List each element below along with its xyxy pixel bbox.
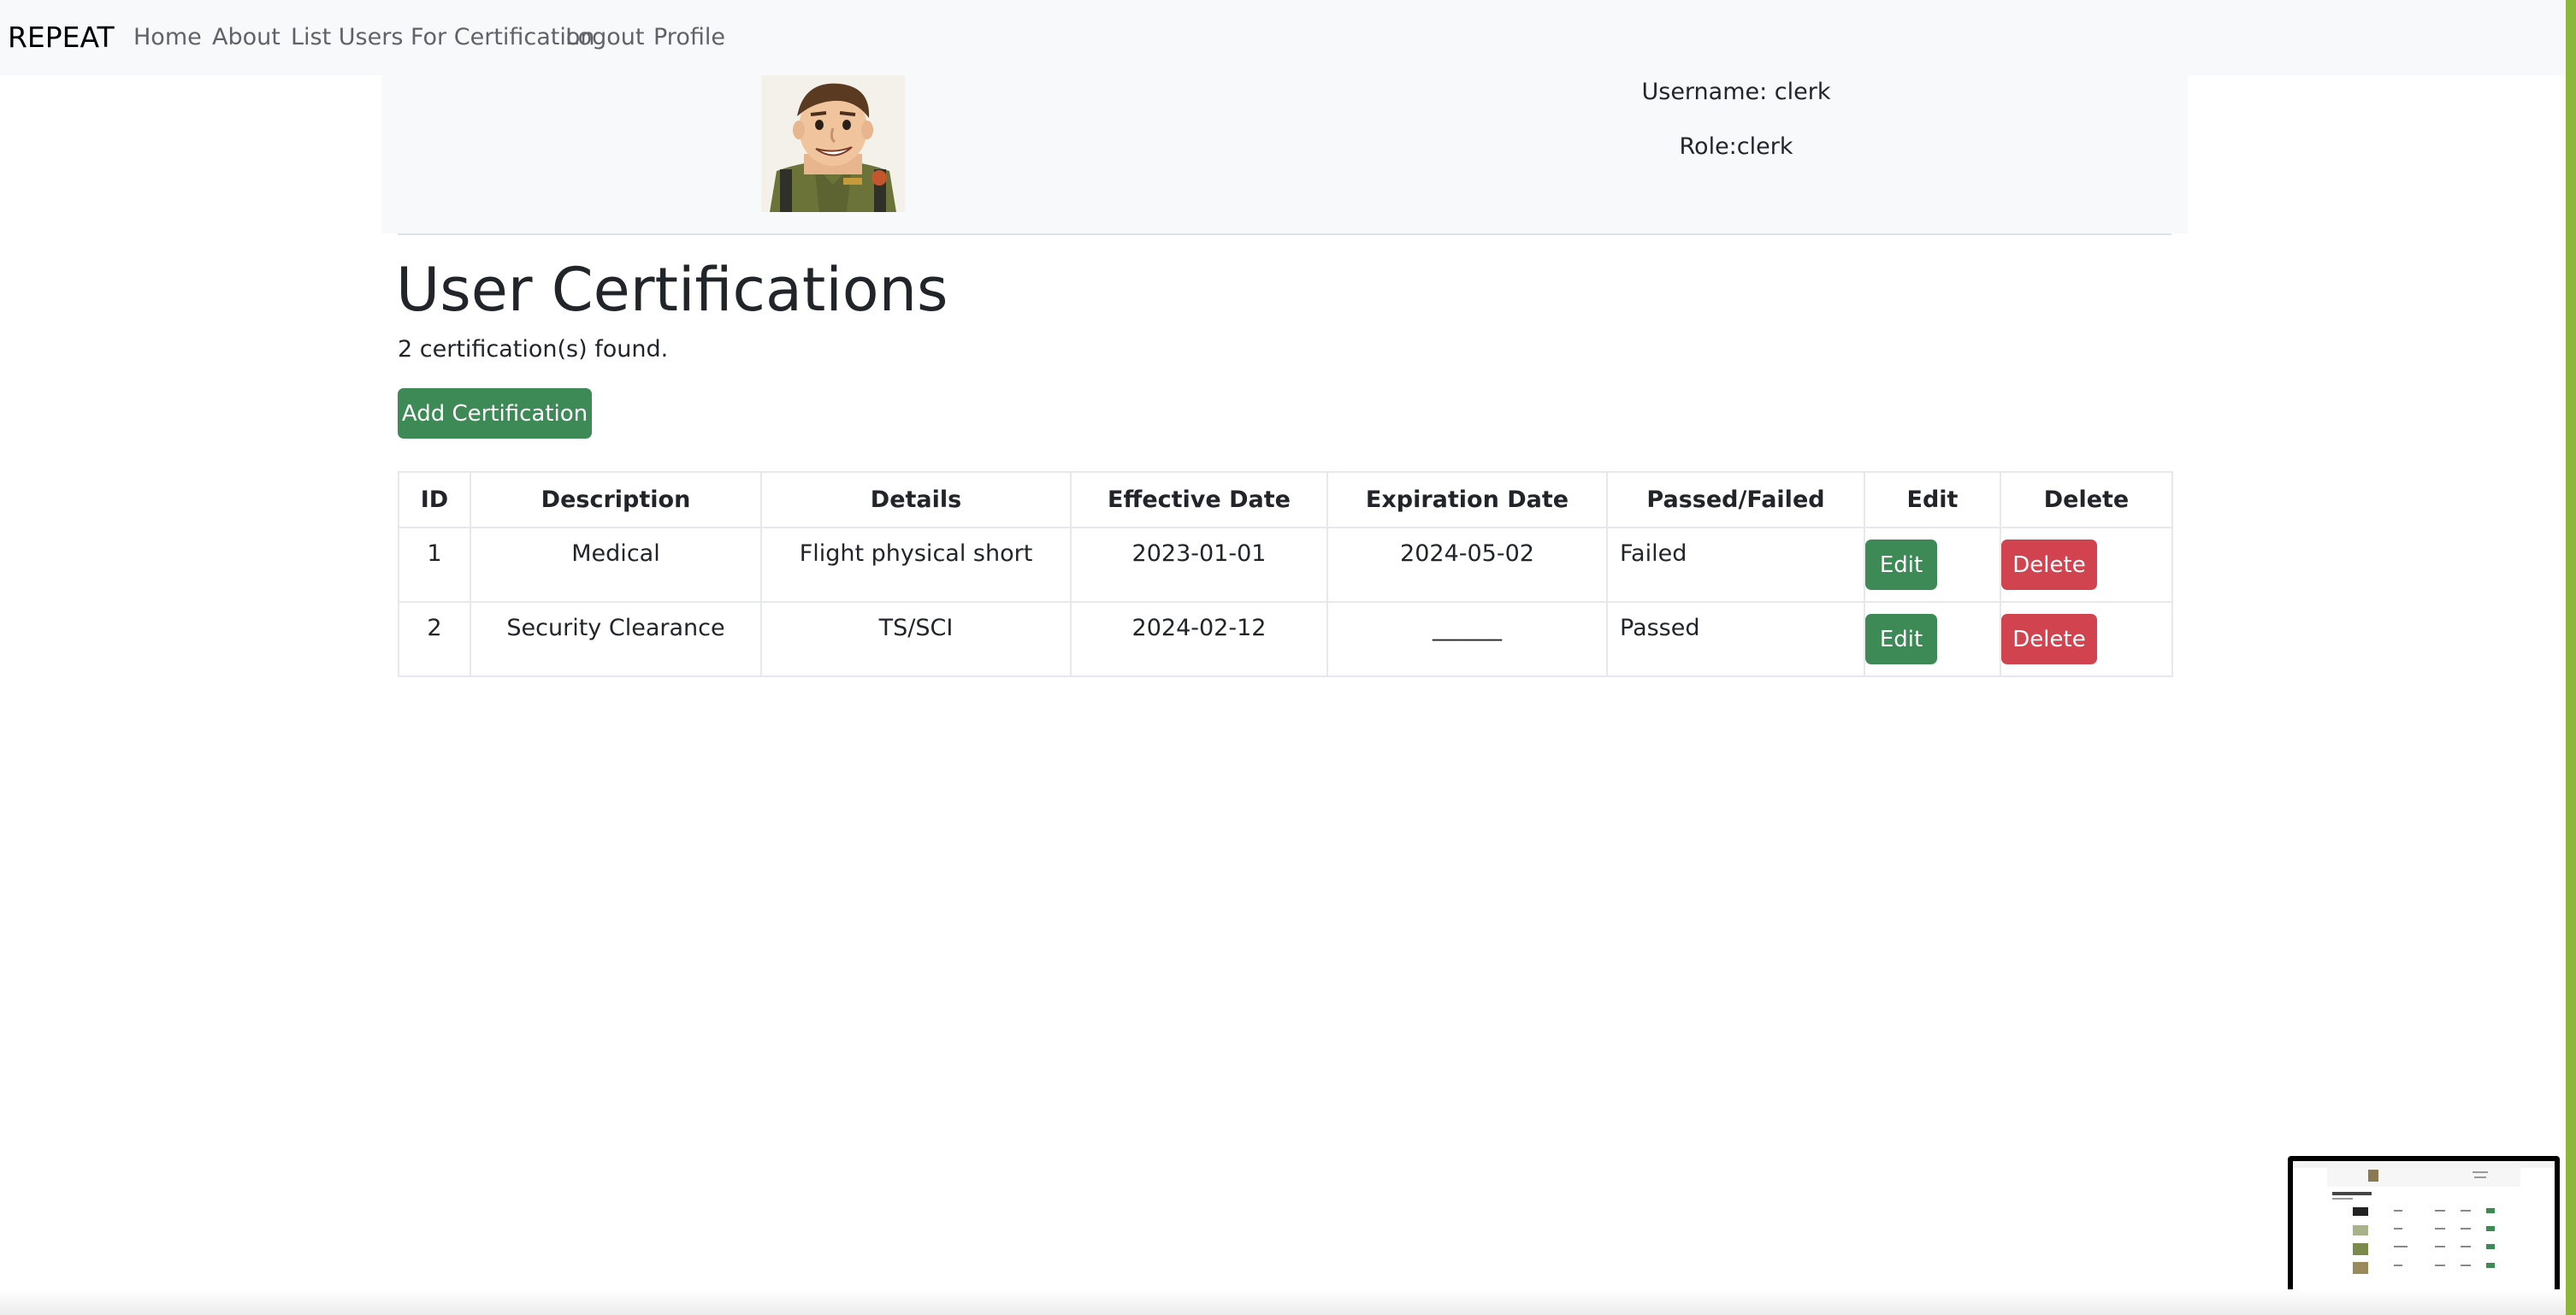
column-header-passed-failed: Passed/Failed bbox=[1606, 471, 1865, 528]
navbar-brand[interactable]: REPEAT bbox=[8, 19, 115, 56]
cell-description: Security Clearance bbox=[470, 601, 762, 677]
profile-divider bbox=[398, 233, 2171, 235]
profile-panel bbox=[381, 75, 2188, 233]
window-bottom-edge bbox=[0, 1289, 2566, 1315]
cell-description: Medical bbox=[470, 527, 762, 603]
edit-button[interactable]: Edit bbox=[1865, 540, 1937, 590]
table-row: 1 Medical Flight physical short 2023-01-… bbox=[398, 527, 2173, 603]
cell-delete: Delete bbox=[2000, 527, 2173, 603]
page-minimap[interactable] bbox=[2288, 1156, 2560, 1301]
cell-expiration-date: 2024-05-02 bbox=[1326, 527, 1608, 603]
column-header-details: Details bbox=[760, 471, 1072, 528]
edit-button[interactable]: Edit bbox=[1865, 614, 1937, 664]
column-header-id: ID bbox=[398, 471, 471, 528]
profile-role: Role:clerk bbox=[1679, 133, 1793, 160]
cell-details: TS/SCI bbox=[760, 601, 1072, 677]
certification-count: 2 certification(s) found. bbox=[398, 336, 669, 363]
cell-status: Passed bbox=[1606, 601, 1865, 677]
table-header: ID Description Details Effective Date Ex… bbox=[398, 471, 2173, 528]
cell-effective-date: 2024-02-12 bbox=[1070, 601, 1328, 677]
profile-username: Username: clerk bbox=[1641, 79, 1831, 105]
cell-id: 1 bbox=[398, 527, 471, 603]
table-header-row: ID Description Details Effective Date Ex… bbox=[398, 471, 2173, 528]
cell-expiration-date: ______ bbox=[1326, 601, 1608, 677]
minimap-thumbnail-icon bbox=[2293, 1161, 2555, 1296]
table-row: 2 Security Clearance TS/SCI 2024-02-12 _… bbox=[398, 601, 2173, 677]
navbar: REPEAT Home About List Users For Certifi… bbox=[0, 0, 2566, 75]
soldier-avatar-icon bbox=[761, 75, 905, 212]
cell-edit: Edit bbox=[1864, 527, 2001, 603]
page-title: User Certifications bbox=[396, 255, 948, 325]
profile-avatar bbox=[761, 75, 905, 212]
delete-button[interactable]: Delete bbox=[2001, 614, 2097, 664]
cell-edit: Edit bbox=[1864, 601, 2001, 677]
column-header-edit: Edit bbox=[1864, 471, 2001, 528]
add-certification-button[interactable]: Add Certification bbox=[398, 388, 592, 439]
nav-link-logout[interactable]: Logout bbox=[565, 22, 644, 53]
nav-link-about[interactable]: About bbox=[212, 22, 281, 53]
nav-link-home[interactable]: Home bbox=[133, 22, 202, 53]
delete-button[interactable]: Delete bbox=[2001, 540, 2097, 590]
cell-delete: Delete bbox=[2000, 601, 2173, 677]
column-header-effective-date: Effective Date bbox=[1070, 471, 1328, 528]
cell-id: 2 bbox=[398, 601, 471, 677]
certifications-table: ID Description Details Effective Date Ex… bbox=[398, 471, 2173, 677]
nav-link-list-users-for-certification[interactable]: List Users For Certification bbox=[291, 22, 595, 53]
cell-status: Failed bbox=[1606, 527, 1865, 603]
column-header-description: Description bbox=[470, 471, 762, 528]
nav-link-profile[interactable]: Profile bbox=[653, 22, 725, 53]
cell-effective-date: 2023-01-01 bbox=[1070, 527, 1328, 603]
window-edge-stripe bbox=[2566, 0, 2576, 1315]
column-header-expiration-date: Expiration Date bbox=[1326, 471, 1608, 528]
column-header-delete: Delete bbox=[2000, 471, 2173, 528]
page-root: REPEAT Home About List Users For Certifi… bbox=[0, 0, 2576, 1315]
cell-details: Flight physical short bbox=[760, 527, 1072, 603]
table-body: 1 Medical Flight physical short 2023-01-… bbox=[398, 527, 2173, 677]
